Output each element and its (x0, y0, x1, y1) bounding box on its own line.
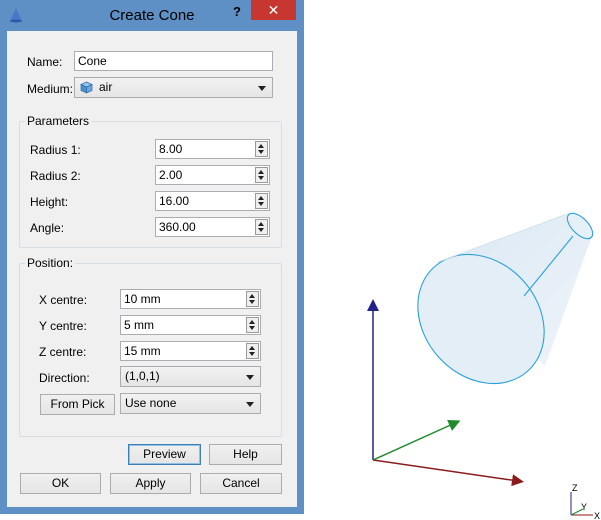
mini-x-label: X (594, 511, 600, 520)
title-bar[interactable]: Create Cone ? ✕ (0, 0, 304, 32)
height-spin-buttons[interactable] (255, 193, 268, 209)
close-button[interactable]: ✕ (251, 0, 296, 20)
pick-mode-value: Use none (125, 396, 177, 410)
angle-value: 360.00 (159, 220, 196, 234)
angle-label: Angle: (30, 221, 65, 235)
3d-viewport[interactable]: Z Y X (305, 0, 601, 520)
height-value: 16.00 (159, 194, 190, 208)
x-centre-label: X centre: (39, 293, 88, 307)
medium-cube-icon (80, 81, 93, 94)
radius2-value: 2.00 (159, 168, 183, 182)
pick-mode-select[interactable]: Use none (120, 393, 261, 414)
position-group-title: Position: (25, 256, 76, 270)
name-label: Name: (27, 55, 63, 69)
angle-spinbox[interactable]: 360.00 (155, 217, 270, 237)
x-centre-spin-buttons[interactable] (246, 291, 259, 307)
y-centre-value: 5 mm (124, 318, 154, 332)
z-centre-label: Z centre: (39, 345, 87, 359)
mini-y-label: Y (581, 502, 587, 512)
ok-button[interactable]: OK (20, 473, 101, 494)
apply-button[interactable]: Apply (110, 473, 191, 494)
close-icon: ✕ (267, 2, 280, 18)
parameters-group-title: Parameters (25, 114, 92, 128)
y-centre-spinbox[interactable]: 5 mm (120, 315, 261, 335)
preview-button[interactable]: Preview (128, 444, 201, 465)
orientation-triad: Z Y X (570, 483, 600, 520)
cancel-button[interactable]: Cancel (200, 473, 282, 494)
radius1-spinbox[interactable]: 8.00 (155, 139, 270, 159)
direction-select[interactable]: (1,0,1) (120, 366, 261, 387)
create-cone-dialog: Create Cone ? ✕ Name: Cone Medium: air P… (0, 0, 304, 514)
angle-spin-buttons[interactable] (255, 219, 268, 235)
medium-select[interactable]: air (74, 77, 273, 98)
height-spinbox[interactable]: 16.00 (155, 191, 270, 211)
z-centre-value: 15 mm (124, 344, 161, 358)
x-centre-spinbox[interactable]: 10 mm (120, 289, 261, 309)
name-input[interactable]: Cone (74, 51, 273, 71)
x-centre-value: 10 mm (124, 292, 161, 306)
medium-label: Medium: (27, 82, 74, 96)
chevron-down-icon (246, 375, 254, 380)
from-pick-button[interactable]: From Pick (40, 394, 115, 415)
radius1-spin-buttons[interactable] (255, 141, 268, 157)
radius2-spin-buttons[interactable] (255, 167, 268, 183)
dialog-body: Name: Cone Medium: air Parameters Radius… (7, 31, 297, 507)
help-question-button[interactable]: ? (230, 2, 244, 22)
medium-value: air (99, 80, 113, 94)
mini-z-label: Z (572, 483, 578, 493)
y-centre-label: Y centre: (39, 319, 87, 333)
y-axis-line (372, 419, 461, 461)
chevron-down-icon (246, 402, 254, 407)
direction-label: Direction: (39, 371, 90, 385)
z-centre-spin-buttons[interactable] (246, 343, 259, 359)
radius1-value: 8.00 (159, 142, 183, 156)
direction-value: (1,0,1) (125, 369, 160, 383)
height-label: Height: (30, 195, 69, 209)
radius2-label: Radius 2: (30, 169, 81, 183)
help-button[interactable]: Help (209, 444, 282, 465)
chevron-down-icon (258, 86, 266, 91)
x-axis-line (372, 459, 524, 487)
z-centre-spinbox[interactable]: 15 mm (120, 341, 261, 361)
radius1-label: Radius 1: (30, 143, 81, 157)
y-centre-spin-buttons[interactable] (246, 317, 259, 333)
cone-object[interactable] (392, 209, 597, 409)
radius2-spinbox[interactable]: 2.00 (155, 165, 270, 185)
